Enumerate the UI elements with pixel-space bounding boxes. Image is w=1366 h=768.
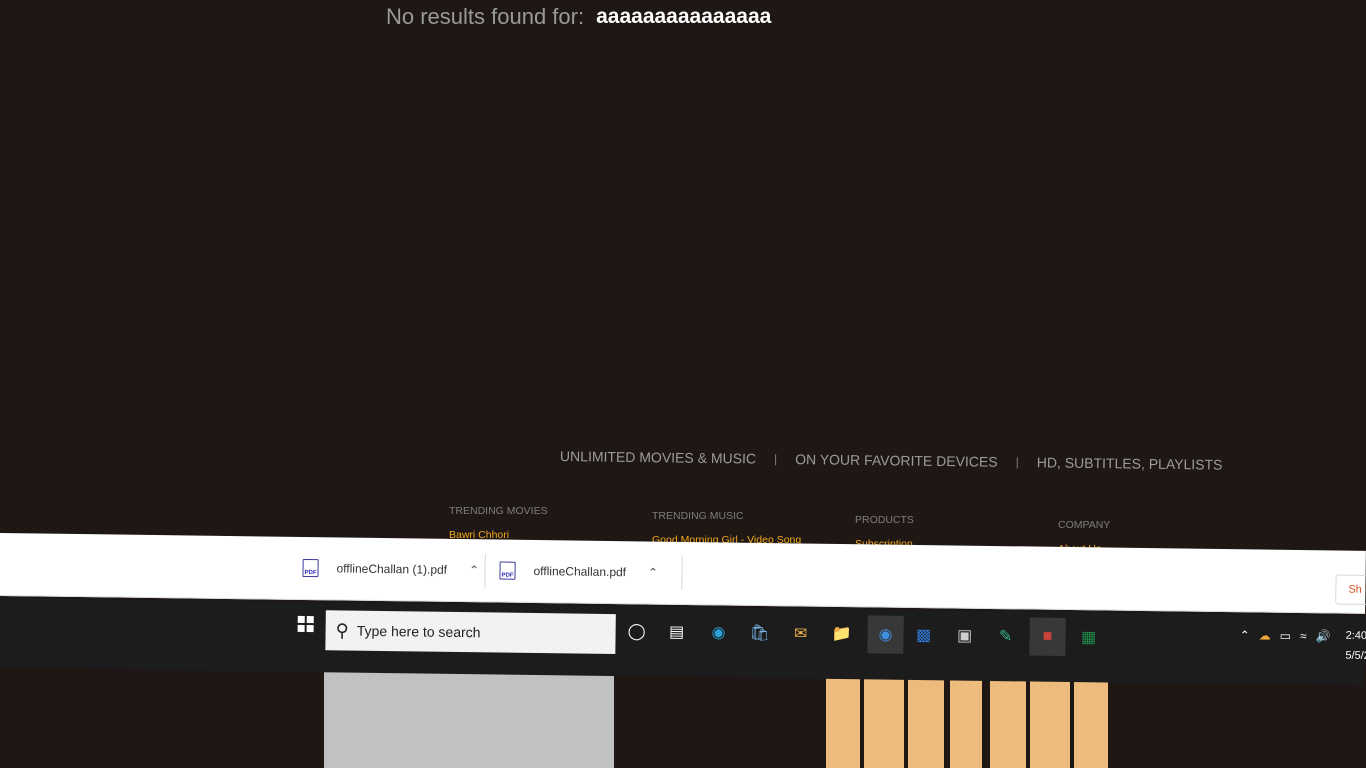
- download-filename: offlineChallan.pdf: [533, 563, 627, 580]
- show-all-button[interactable]: Sh: [1335, 574, 1366, 606]
- task-view-icon[interactable]: ▤: [665, 621, 687, 643]
- store-icon[interactable]: 🛍: [748, 622, 770, 644]
- wifi-icon[interactable]: ≈: [1300, 629, 1307, 643]
- footer-col-trending-music: TRENDING MUSIC Good Morning Girl - Video…: [652, 510, 801, 546]
- download-item[interactable]: PDF offlineChallan.pdf ⌃: [499, 540, 658, 604]
- search-query-text: aaaaaaaaaaaaaaa: [596, 5, 772, 28]
- search-icon: ⚲: [335, 619, 349, 641]
- clock[interactable]: 2:40 5/5/2: [1345, 626, 1366, 666]
- no-results-message: No results found for: aaaaaaaaaaaaaaa: [386, 0, 771, 34]
- edge-icon[interactable]: ◉: [707, 621, 729, 643]
- divider: [484, 553, 486, 588]
- footer-heading: TRENDING MOVIES: [449, 505, 548, 517]
- footer-heading: TRENDING MUSIC: [652, 510, 744, 522]
- date-text: 5/5/2: [1345, 649, 1366, 662]
- download-item[interactable]: PDF offlineChallan (1).pdf ⌃: [302, 537, 479, 601]
- feature-unlimited: UNLIMITED MOVIES & MUSIC: [559, 448, 757, 467]
- feature-hd: HD, SUBTITLES, PLAYLISTS: [1036, 454, 1223, 473]
- divider: [681, 555, 683, 590]
- system-tray: ⌃ ☁ ▭ ≈ 🔊: [1240, 628, 1331, 643]
- cortana-icon[interactable]: ◯: [625, 620, 647, 642]
- volume-icon[interactable]: 🔊: [1316, 629, 1331, 643]
- onedrive-icon[interactable]: ☁: [1259, 628, 1271, 642]
- chrome-icon[interactable]: ◉: [867, 615, 904, 654]
- file-explorer-icon[interactable]: 📁: [830, 623, 852, 645]
- feature-devices: ON YOUR FAVORITE DEVICES: [795, 451, 998, 470]
- mail-icon[interactable]: ✉: [789, 622, 811, 644]
- pdf-file-icon: PDF: [302, 558, 319, 578]
- footer-heading: COMPANY: [1058, 519, 1111, 531]
- time-text: 2:40: [1345, 629, 1366, 642]
- pdf-file-icon: PDF: [499, 561, 516, 580]
- download-filename: offlineChallan (1).pdf: [336, 561, 448, 577]
- feature-separator: |: [1015, 454, 1019, 470]
- notepad-icon[interactable]: ✎: [994, 625, 1016, 647]
- chevron-up-icon[interactable]: ⌃: [1240, 628, 1250, 642]
- feature-separator: |: [773, 451, 778, 466]
- taskbar-search-box[interactable]: ⚲ Type here to search: [325, 610, 616, 655]
- search-placeholder: Type here to search: [356, 622, 481, 641]
- windows-start-icon[interactable]: [297, 615, 314, 633]
- footer-heading: PRODUCTS: [855, 514, 914, 526]
- excel-icon[interactable]: ▦: [1077, 626, 1099, 648]
- chevron-up-icon[interactable]: ⌃: [469, 563, 479, 577]
- teams-icon[interactable]: ■: [1029, 617, 1066, 656]
- no-results-label: No results found for:: [386, 4, 585, 29]
- outlook-icon[interactable]: ▩: [912, 624, 934, 646]
- terminal-icon[interactable]: ▣: [953, 624, 975, 646]
- feature-strip: UNLIMITED MOVIES & MUSIC | ON YOUR FAVOR…: [560, 448, 1223, 473]
- chevron-up-icon[interactable]: ⌃: [648, 565, 658, 579]
- battery-icon[interactable]: ▭: [1280, 629, 1292, 643]
- footer-col-trending-movies: TRENDING MOVIES Bawri Chhori: [449, 505, 548, 541]
